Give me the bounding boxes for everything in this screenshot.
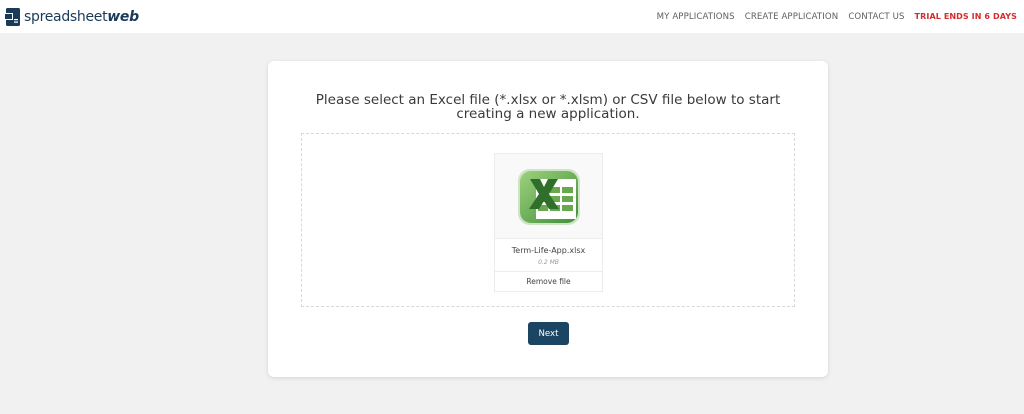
nav-contact-us[interactable]: CONTACT US <box>848 12 904 22</box>
spreadsheetweb-logo-icon <box>4 7 20 26</box>
file-size: 0.2 MB <box>538 259 559 266</box>
file-dropzone[interactable]: Term-Life-App.xlsx 0.2 MB Remove file <box>301 133 795 307</box>
upload-card: Please select an Excel file (*.xlsx or *… <box>268 61 828 377</box>
excel-file-icon <box>517 169 580 225</box>
main-nav: MY APPLICATIONS CREATE APPLICATION CONTA… <box>647 12 1017 22</box>
remove-file-link[interactable]: Remove file <box>495 271 602 291</box>
brand-logo[interactable]: spreadsheetweb <box>4 0 139 33</box>
file-name: Term-Life-App.xlsx <box>511 246 586 255</box>
next-button[interactable]: Next <box>528 322 569 345</box>
file-preview: Term-Life-App.xlsx 0.2 MB Remove file <box>494 153 603 292</box>
upload-instructions: Please select an Excel file (*.xlsx or *… <box>315 92 781 122</box>
top-navbar: spreadsheetweb MY APPLICATIONS CREATE AP… <box>0 0 1024 33</box>
nav-my-applications[interactable]: MY APPLICATIONS <box>657 12 735 22</box>
nav-create-application[interactable]: CREATE APPLICATION <box>745 12 839 22</box>
file-thumbnail <box>495 154 602 239</box>
brand-name: spreadsheetweb <box>24 8 139 25</box>
nav-trial-status[interactable]: TRIAL ENDS IN 6 DAYS <box>915 12 1017 21</box>
